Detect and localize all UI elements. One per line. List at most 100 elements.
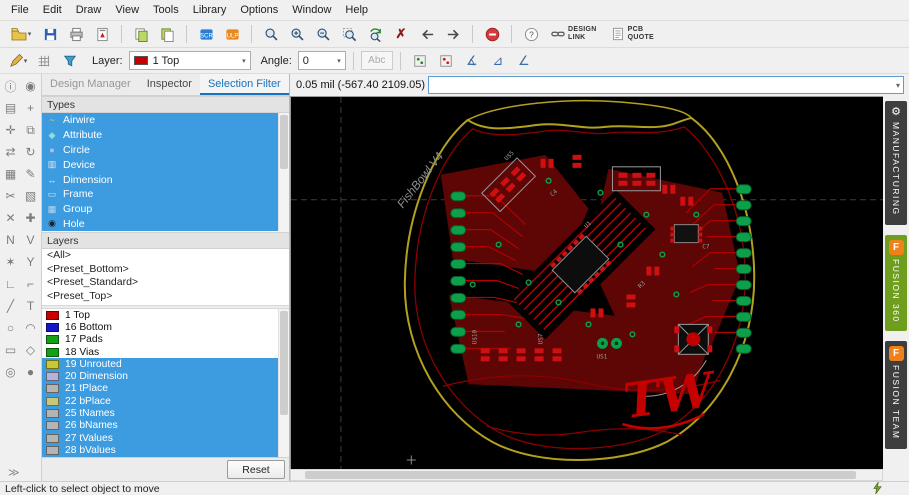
right-tab-fusion-360[interactable]: FFUSION 360 [885, 235, 907, 332]
type-row-frame[interactable]: ▭Frame [42, 187, 278, 202]
tab-selection-filter[interactable]: Selection Filter [200, 74, 289, 95]
cut-tool-icon[interactable]: ✂ [1, 187, 21, 205]
move-tool-icon[interactable]: ✛ [1, 121, 21, 139]
type-row-circle[interactable]: ●Circle [42, 143, 278, 158]
zoom-fit-button[interactable] [259, 23, 283, 45]
help-button[interactable]: ? [519, 23, 543, 45]
abc-button[interactable]: Abc [361, 51, 393, 70]
type-row-hole[interactable]: ◉Hole [42, 217, 278, 232]
open-file-button[interactable]: ▾ [6, 23, 36, 45]
print-button[interactable] [64, 23, 88, 45]
paste-tool-icon[interactable]: ▧ [21, 187, 41, 205]
command-line-input[interactable]: ▾ [428, 76, 904, 94]
ripup-tool-icon[interactable]: ⌐ [21, 275, 41, 293]
mark-tool-icon[interactable]: + [21, 99, 41, 117]
zoom-redraw-button[interactable] [363, 23, 387, 45]
menu-options[interactable]: Options [233, 2, 285, 18]
wire-tool-icon[interactable]: ╱ [1, 297, 21, 315]
types-scrollbar[interactable] [278, 113, 289, 232]
layer-row-20-dimension[interactable]: 20 Dimension [42, 370, 278, 382]
tab-inspector[interactable]: Inspector [139, 74, 200, 95]
via-tool-icon[interactable]: ◎ [1, 363, 21, 381]
angle-select[interactable]: 0 ▾ [298, 51, 346, 70]
change-tool-icon[interactable]: ✎ [21, 165, 41, 183]
split-tool-icon[interactable]: Y [21, 253, 41, 271]
layers-scrollbar[interactable] [278, 309, 289, 457]
layer-row-22-bplace[interactable]: 22 bPlace [42, 395, 278, 407]
type-row-airwire[interactable]: ~Airwire [42, 113, 278, 128]
layer-row-1-top[interactable]: 1 Top [42, 309, 278, 321]
stop-command-button[interactable]: ✗ [389, 23, 413, 45]
layer-select[interactable]: 1 Top ▾ [129, 51, 251, 70]
arc-tool-icon[interactable]: ◠ [21, 319, 41, 337]
save-button[interactable] [38, 23, 62, 45]
layer-row-21-tplace[interactable]: 21 tPlace [42, 383, 278, 395]
expand-tools-icon[interactable]: ≫ [8, 466, 20, 479]
type-row-group[interactable]: ▦Group [42, 202, 278, 217]
value-tool-icon[interactable]: V [21, 231, 41, 249]
add-part-icon[interactable]: ✚ [21, 209, 41, 227]
copy-tool-icon[interactable]: ⧉ [21, 121, 41, 139]
redo-button[interactable] [441, 23, 465, 45]
menu-file[interactable]: File [4, 2, 36, 18]
route-tool-icon[interactable]: ∟ [1, 275, 21, 293]
mirror-tool-icon[interactable]: ⇄ [1, 143, 21, 161]
zoom-select-button[interactable] [337, 23, 361, 45]
switch-schematic-button[interactable] [129, 23, 153, 45]
polygon-tool-icon[interactable]: ◇ [21, 341, 41, 359]
menu-library[interactable]: Library [186, 2, 234, 18]
menu-view[interactable]: View [108, 2, 146, 18]
menu-tools[interactable]: Tools [146, 2, 186, 18]
show-tool-icon[interactable]: ◉ [21, 77, 41, 95]
preset-row[interactable]: <All> [42, 249, 289, 263]
type-row-device[interactable]: ▥Device [42, 157, 278, 172]
miter-style-icon[interactable]: ∠ [512, 50, 536, 72]
type-row-attribute[interactable]: ◆Attribute [42, 128, 278, 143]
layer-row-27-tvalues[interactable]: 27 tValues [42, 432, 278, 444]
layer-row-26-bnames[interactable]: 26 bNames [42, 420, 278, 432]
wire-style-button[interactable]: ▾ [6, 50, 30, 72]
layer-row-19-unrouted[interactable]: 19 Unrouted [42, 358, 278, 370]
layer-row-17-pads[interactable]: 17 Pads [42, 334, 278, 346]
grid-button[interactable] [32, 50, 56, 72]
zoom-in-button[interactable] [285, 23, 309, 45]
layer-row-18-vias[interactable]: 18 Vias [42, 346, 278, 358]
right-tab-manufacturing[interactable]: ⚙MANUFACTURING [885, 101, 907, 225]
preset-row[interactable]: <Preset_Bottom> [42, 263, 289, 277]
menu-window[interactable]: Window [285, 2, 338, 18]
scrollbar-thumb[interactable] [280, 311, 288, 415]
smash-tool-icon[interactable]: ✶ [1, 253, 21, 271]
type-row-dimension[interactable]: ↔Dimension [42, 172, 278, 187]
tab-design-manager[interactable]: Design Manager [42, 74, 139, 95]
angle-measure-icon[interactable]: ∡ [460, 50, 484, 72]
hole-tool-icon[interactable]: ● [21, 363, 41, 381]
zoom-out-button[interactable] [311, 23, 335, 45]
info-tool-icon[interactable]: ⓘ [1, 77, 21, 95]
preset-row[interactable]: <Preset_Standard> [42, 276, 289, 290]
circle-tool-icon[interactable]: ○ [1, 319, 21, 337]
undo-button[interactable] [415, 23, 439, 45]
pad-display-button[interactable] [408, 50, 432, 72]
cam-processor-button[interactable] [90, 23, 114, 45]
delete-tool-icon[interactable]: ✕ [1, 209, 21, 227]
horizontal-scrollbar[interactable] [290, 469, 883, 481]
selection-filter-button[interactable] [58, 50, 82, 72]
power-bolt-icon[interactable] [872, 482, 883, 494]
menu-draw[interactable]: Draw [69, 2, 109, 18]
run-ulp-button[interactable]: ULP [220, 23, 244, 45]
layer-row-28-bvalues[interactable]: 28 bValues [42, 444, 278, 456]
display-layers-icon[interactable]: ▤ [1, 99, 21, 117]
group-tool-icon[interactable]: ▦ [1, 165, 21, 183]
preset-row[interactable]: <Preset_Top> [42, 290, 289, 304]
rect-tool-icon[interactable]: ▭ [1, 341, 21, 359]
scrollbar-thumb[interactable] [305, 471, 856, 479]
menu-help[interactable]: Help [338, 2, 375, 18]
layer-row-16-bottom[interactable]: 16 Bottom [42, 321, 278, 333]
stop-sign-button[interactable] [480, 23, 504, 45]
layer-row-25-tnames[interactable]: 25 tNames [42, 407, 278, 419]
reset-button[interactable]: Reset [227, 460, 285, 479]
right-tab-fusion-team[interactable]: FFUSION TEAM [885, 341, 907, 448]
menu-edit[interactable]: Edit [36, 2, 69, 18]
via-display-button[interactable] [434, 50, 458, 72]
run-script-button[interactable]: SCR [194, 23, 218, 45]
